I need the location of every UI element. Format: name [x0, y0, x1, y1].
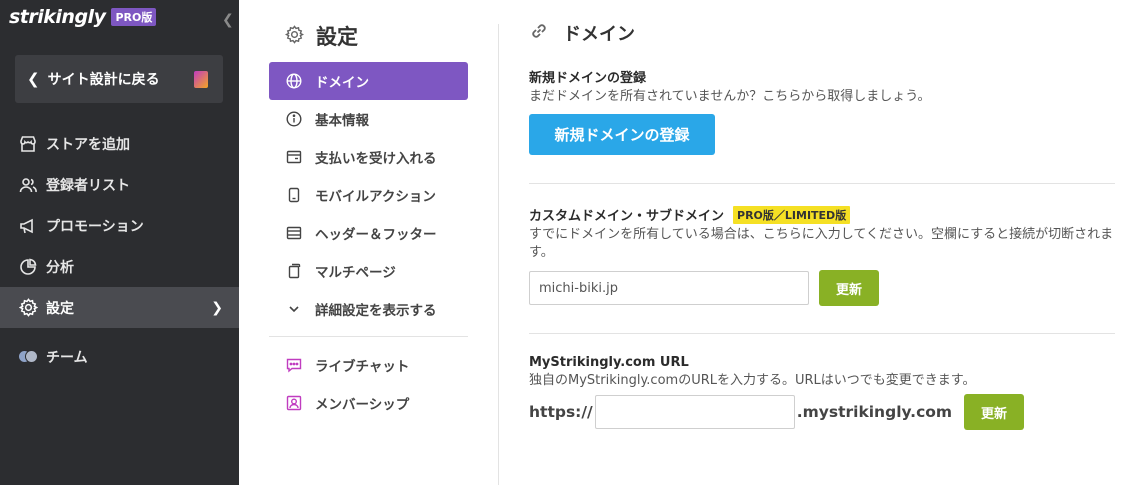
link-icon [529, 21, 549, 45]
subdomain-update-button[interactable]: 更新 [964, 394, 1025, 430]
sidebar-item-subscribers[interactable]: 登録者リスト [0, 164, 239, 205]
store-icon [18, 134, 38, 154]
settings-item-multipage[interactable]: マルチページ [269, 252, 468, 290]
custom-domain-input[interactable]: michi-biki.jp [529, 271, 809, 305]
back-to-editor-label: サイト設計に戻る [47, 72, 160, 88]
url-prefix: https:// [529, 403, 593, 421]
custom-domain-description: すでにドメインを所有している場合は、こちらに入力してください。空欄にすると接続が… [529, 227, 1114, 260]
mobile-icon [286, 187, 302, 203]
payment-icon [286, 149, 302, 165]
app-sidebar: strikingly PRO版 ❮ ❮ サイト設計に戻る ストアを追加 登録者リ… [0, 0, 239, 485]
users-icon [18, 175, 38, 195]
chevron-left-icon: ❮ [27, 70, 40, 88]
sidebar-item-settings[interactable]: 設定 ❯ [0, 287, 239, 328]
strikingly-logo[interactable]: strikingly [9, 6, 106, 28]
section-divider [529, 333, 1115, 334]
register-new-domain-button[interactable]: 新規ドメインの登録 [529, 114, 715, 155]
domain-settings-panel: ドメイン 新規ドメインの登録 まだドメインを所有されていませんか？こちらから取得… [529, 20, 1115, 430]
settings-item-show-advanced[interactable]: 詳細設定を表示する [269, 290, 468, 328]
sidebar-item-store[interactable]: ストアを追加 [0, 123, 239, 164]
settings-title: 設定 [316, 25, 358, 49]
sidebar-item-team[interactable]: チーム [0, 336, 239, 377]
new-domain-heading: 新規ドメインの登録 [529, 71, 647, 86]
settings-item-live-chat[interactable]: ライブチャット [269, 346, 468, 384]
plan-badge: PRO版 [111, 8, 157, 26]
page-title: ドメイン [563, 24, 635, 45]
sidebar-item-label: 分析 [46, 259, 74, 276]
mystrikingly-heading: MyStrikingly.com URL [529, 355, 689, 370]
settings-item-label: メンバーシップ [315, 397, 410, 413]
back-to-editor-button[interactable]: ❮ サイト設計に戻る [15, 55, 223, 103]
sidebar-item-promotion[interactable]: プロモーション [0, 205, 239, 246]
custom-domain-section: カスタムドメイン・サブドメイン PRO版／LIMITED版 すでにドメインを所有… [529, 205, 1115, 306]
sidebar-item-label: チーム [46, 349, 88, 366]
section-divider [529, 183, 1115, 184]
mystrikingly-description: 独自のMyStrikingly.comのURLを入力する。URLはいつでも変更で… [529, 373, 976, 388]
new-domain-description: まだドメインを所有されていませんか？こちらから取得しましょう。 [529, 89, 931, 104]
sidebar-nav: ストアを追加 登録者リスト プロモーション 分析 設定 ❯ チーム [0, 123, 239, 377]
settings-item-label: ドメイン [315, 75, 369, 91]
megaphone-icon [18, 216, 38, 236]
custom-domain-heading: カスタムドメイン・サブドメイン [529, 209, 725, 224]
settings-menu: ドメイン 基本情報 支払いを受け入れる モバイルアクション ヘッダー＆フッター … [269, 62, 468, 328]
plan-requirement-badge: PRO版／LIMITED版 [733, 205, 851, 224]
settings-item-header-footer[interactable]: ヘッダー＆フッター [269, 214, 468, 252]
settings-item-basic-info[interactable]: 基本情報 [269, 100, 468, 138]
chevron-right-icon: ❯ [211, 299, 223, 316]
chevron-down-icon [286, 301, 302, 317]
sidebar-item-label: プロモーション [46, 218, 144, 235]
subdomain-input[interactable] [594, 395, 795, 429]
url-suffix: .mystrikingly.com [796, 403, 953, 421]
column-divider [498, 24, 499, 485]
header-footer-icon [286, 225, 302, 241]
gear-icon [284, 24, 305, 48]
chat-icon [286, 357, 302, 373]
settings-item-label: 詳細設定を表示する [315, 303, 437, 319]
settings-item-label: マルチページ [315, 265, 396, 281]
settings-extra-menu: ライブチャット メンバーシップ [269, 346, 468, 422]
settings-item-label: モバイルアクション [315, 189, 436, 205]
custom-domain-update-button[interactable]: 更新 [819, 270, 879, 306]
globe-icon [286, 73, 302, 89]
gear-icon [18, 298, 38, 318]
page-header: ドメイン [529, 20, 1115, 46]
settings-menu-divider [269, 336, 468, 337]
settings-item-membership[interactable]: メンバーシップ [269, 384, 468, 422]
team-avatar [18, 347, 38, 367]
chart-pie-icon [18, 257, 38, 277]
brand: strikingly PRO版 [9, 6, 157, 28]
site-page-icon [194, 71, 208, 88]
settings-item-payments[interactable]: 支払いを受け入れる [269, 138, 468, 176]
sidebar-item-label: 登録者リスト [46, 177, 130, 194]
sidebar-item-label: ストアを追加 [46, 136, 130, 153]
pages-icon [286, 263, 302, 279]
settings-item-label: 基本情報 [315, 113, 369, 129]
sidebar-item-label: 設定 [46, 300, 74, 317]
settings-item-label: ヘッダー＆フッター [315, 227, 437, 243]
settings-item-label: 支払いを受け入れる [315, 151, 437, 167]
membership-icon [286, 395, 302, 411]
settings-item-mobile-actions[interactable]: モバイルアクション [269, 176, 468, 214]
info-icon [286, 111, 302, 127]
settings-item-label: ライブチャット [315, 359, 410, 375]
sidebar-item-analytics[interactable]: 分析 [0, 246, 239, 287]
new-domain-section: 新規ドメインの登録 まだドメインを所有されていませんか？こちらから取得しましょう… [529, 67, 1115, 155]
mystrikingly-url-section: MyStrikingly.com URL 独自のMyStrikingly.com… [529, 355, 1115, 430]
collapse-sidebar-icon[interactable]: ❮ [222, 12, 234, 28]
settings-item-domain[interactable]: ドメイン [269, 62, 468, 100]
settings-heading: 設定 [284, 21, 358, 51]
